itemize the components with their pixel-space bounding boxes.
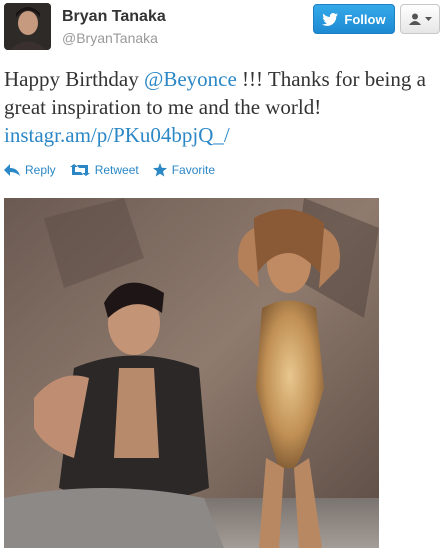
retweet-label: Retweet — [94, 163, 139, 177]
reply-button[interactable]: Reply — [4, 163, 56, 177]
tweet-text: Happy Birthday @Beyonce !!! Thanks for b… — [4, 65, 436, 149]
avatar[interactable] — [4, 3, 51, 50]
star-icon — [152, 163, 167, 177]
instagram-link[interactable]: instagr.am/p/PKu04bpjQ_/ — [4, 123, 230, 147]
tweet-card: Bryan Tanaka @BryanTanaka Follow Happy B… — [0, 0, 443, 548]
author-handle[interactable]: @BryanTanaka — [62, 30, 158, 46]
favorite-button[interactable]: Favorite — [152, 163, 216, 177]
reply-label: Reply — [25, 163, 56, 177]
mention-link[interactable]: @Beyonce — [144, 67, 237, 91]
retweet-icon — [69, 164, 90, 176]
reply-arrow-icon — [4, 164, 20, 176]
tweet-actions: Reply Retweet Favorite — [4, 159, 229, 181]
follow-button[interactable]: Follow — [313, 4, 395, 34]
retweet-button[interactable]: Retweet — [69, 163, 139, 177]
user-icon — [408, 13, 421, 25]
tweet-text-part: Happy Birthday — [4, 67, 144, 91]
follow-button-label: Follow — [344, 11, 386, 27]
tweet-photo[interactable] — [4, 198, 379, 548]
favorite-label: Favorite — [171, 163, 216, 177]
author-name[interactable]: Bryan Tanaka — [62, 8, 166, 26]
user-dropdown-button[interactable] — [400, 4, 440, 34]
chevron-down-icon — [424, 17, 432, 21]
twitter-bird-icon — [322, 12, 339, 26]
